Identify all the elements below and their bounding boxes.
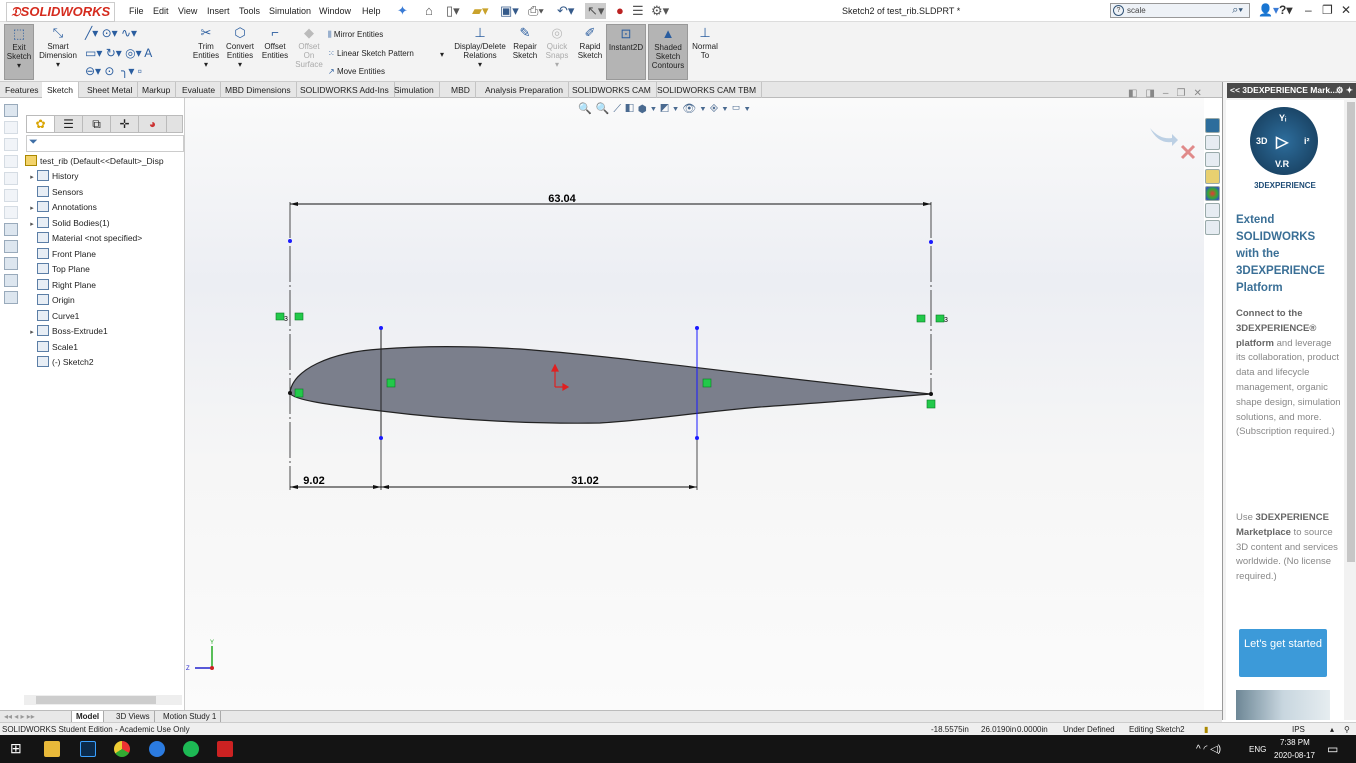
task-pane-content: Yᵢ 3D ▷ i² V.R 3DEXPERIENCE Extend SOLID… bbox=[1226, 100, 1344, 720]
task-pane-heading: Extend SOLIDWORKS with the 3DEXPERIENCE … bbox=[1236, 214, 1325, 294]
dimension-arrows bbox=[290, 202, 931, 489]
marketplace-thumbnail bbox=[1236, 690, 1330, 720]
spotify-icon[interactable] bbox=[183, 741, 199, 757]
tab-scroll-arrows[interactable]: ◂◂ ◂ ▸ ▸▸ bbox=[0, 711, 72, 722]
airfoil-profile[interactable] bbox=[289, 346, 932, 424]
relation-count: 3 bbox=[944, 317, 948, 324]
extension-lines bbox=[289, 202, 932, 490]
custom-properties-tab-icon[interactable] bbox=[1205, 203, 1220, 218]
vertical-relation-icon bbox=[702, 378, 712, 388]
clock-time[interactable]: 7:38 PM bbox=[1280, 738, 1310, 747]
fix-relation-icon bbox=[294, 388, 304, 398]
3dexperience-brand: 3DEXPERIENCE bbox=[1254, 181, 1316, 190]
task-pane-tabs bbox=[1205, 118, 1222, 237]
photoshop-icon[interactable] bbox=[80, 741, 96, 757]
task-pane-paragraph-2: Use 3DEXPERIENCE Marketplace to source 3… bbox=[1236, 512, 1338, 583]
equal-relation-icon bbox=[275, 312, 285, 321]
sketch-canvas: 63.04 9.02 31.02 3 3 Y Z bbox=[186, 128, 1196, 672]
forum-tab-icon[interactable] bbox=[1205, 220, 1220, 235]
windows-taskbar: ⊞ ^ ◜ ◁) ENG 7:38 PM 2020-08-17 ▭ bbox=[0, 735, 1356, 763]
exit-sketch-corner-icon[interactable] bbox=[1150, 128, 1178, 146]
tab-motion-study-1[interactable]: Motion Study 1 bbox=[159, 711, 222, 722]
chrome-icon[interactable] bbox=[114, 741, 130, 757]
dimension-mid[interactable]: 31.02 bbox=[571, 475, 599, 487]
resources-tab-icon[interactable] bbox=[1205, 135, 1220, 150]
task-pane-settings-icon[interactable]: ⚙ ✦ bbox=[1336, 83, 1353, 98]
3dexperience-tab-icon[interactable] bbox=[1205, 118, 1220, 133]
view-palette-tab-icon[interactable] bbox=[1205, 169, 1220, 184]
tray-icons[interactable]: ^ ◜ ◁) bbox=[1196, 744, 1221, 755]
vertical-relation-icon bbox=[294, 312, 304, 321]
fix-relation-icon bbox=[926, 399, 936, 409]
equal-relation-icon bbox=[935, 314, 945, 323]
relation-count: 3 bbox=[284, 316, 288, 323]
notifications-icon[interactable]: ▭ bbox=[1327, 742, 1338, 756]
3dexperience-compass-logo: Yᵢ 3D ▷ i² V.R bbox=[1250, 107, 1318, 175]
clock-date[interactable]: 2020-08-17 bbox=[1274, 751, 1315, 760]
reference-triad[interactable]: Y Z bbox=[186, 640, 214, 672]
task-pane-paragraph-1: Connect to the 3DEXPERIENCE® platform an… bbox=[1236, 308, 1341, 438]
triad-y-label: Y bbox=[210, 640, 214, 646]
messenger-icon[interactable] bbox=[149, 741, 165, 757]
file-explorer-tab-icon[interactable] bbox=[1205, 152, 1220, 167]
status-bar: SOLIDWORKS Student Edition - Academic Us… bbox=[0, 722, 1356, 735]
solidworks-taskbar-icon[interactable] bbox=[217, 741, 233, 757]
dimension-overall[interactable]: 63.04 bbox=[548, 193, 576, 205]
bottom-tabs: ◂◂ ◂ ▸ ▸▸ Model 3D Views Motion Study 1 bbox=[0, 710, 1222, 722]
dimension-front[interactable]: 9.02 bbox=[303, 475, 324, 487]
windows-start-icon[interactable]: ⊞ bbox=[10, 740, 26, 756]
tab-3d-views[interactable]: 3D Views bbox=[112, 711, 155, 722]
triad-z-label: Z bbox=[186, 666, 190, 672]
appearances-tab-icon[interactable] bbox=[1205, 186, 1220, 201]
task-pane: << 3DEXPERIENCE Mark... ⚙ ✦ Yᵢ 3D ▷ i² V.… bbox=[1222, 82, 1356, 720]
cancel-sketch-corner-icon[interactable] bbox=[1180, 144, 1196, 160]
tab-model[interactable]: Model bbox=[72, 711, 105, 722]
vertical-relation-icon bbox=[386, 378, 396, 388]
confirmation-corner[interactable] bbox=[1150, 128, 1196, 160]
language-indicator[interactable]: ENG bbox=[1249, 745, 1266, 754]
task-pane-header[interactable]: << 3DEXPERIENCE Mark... ⚙ ✦ bbox=[1227, 83, 1356, 98]
dimension-lines[interactable] bbox=[290, 203, 931, 488]
play-icon: ▷ bbox=[1276, 134, 1289, 151]
lets-get-started-button[interactable]: Let's get started bbox=[1239, 629, 1327, 677]
task-pane-scrollbar[interactable] bbox=[1347, 102, 1355, 562]
file-explorer-icon[interactable] bbox=[44, 741, 60, 757]
vertical-relation-icon bbox=[916, 314, 926, 323]
